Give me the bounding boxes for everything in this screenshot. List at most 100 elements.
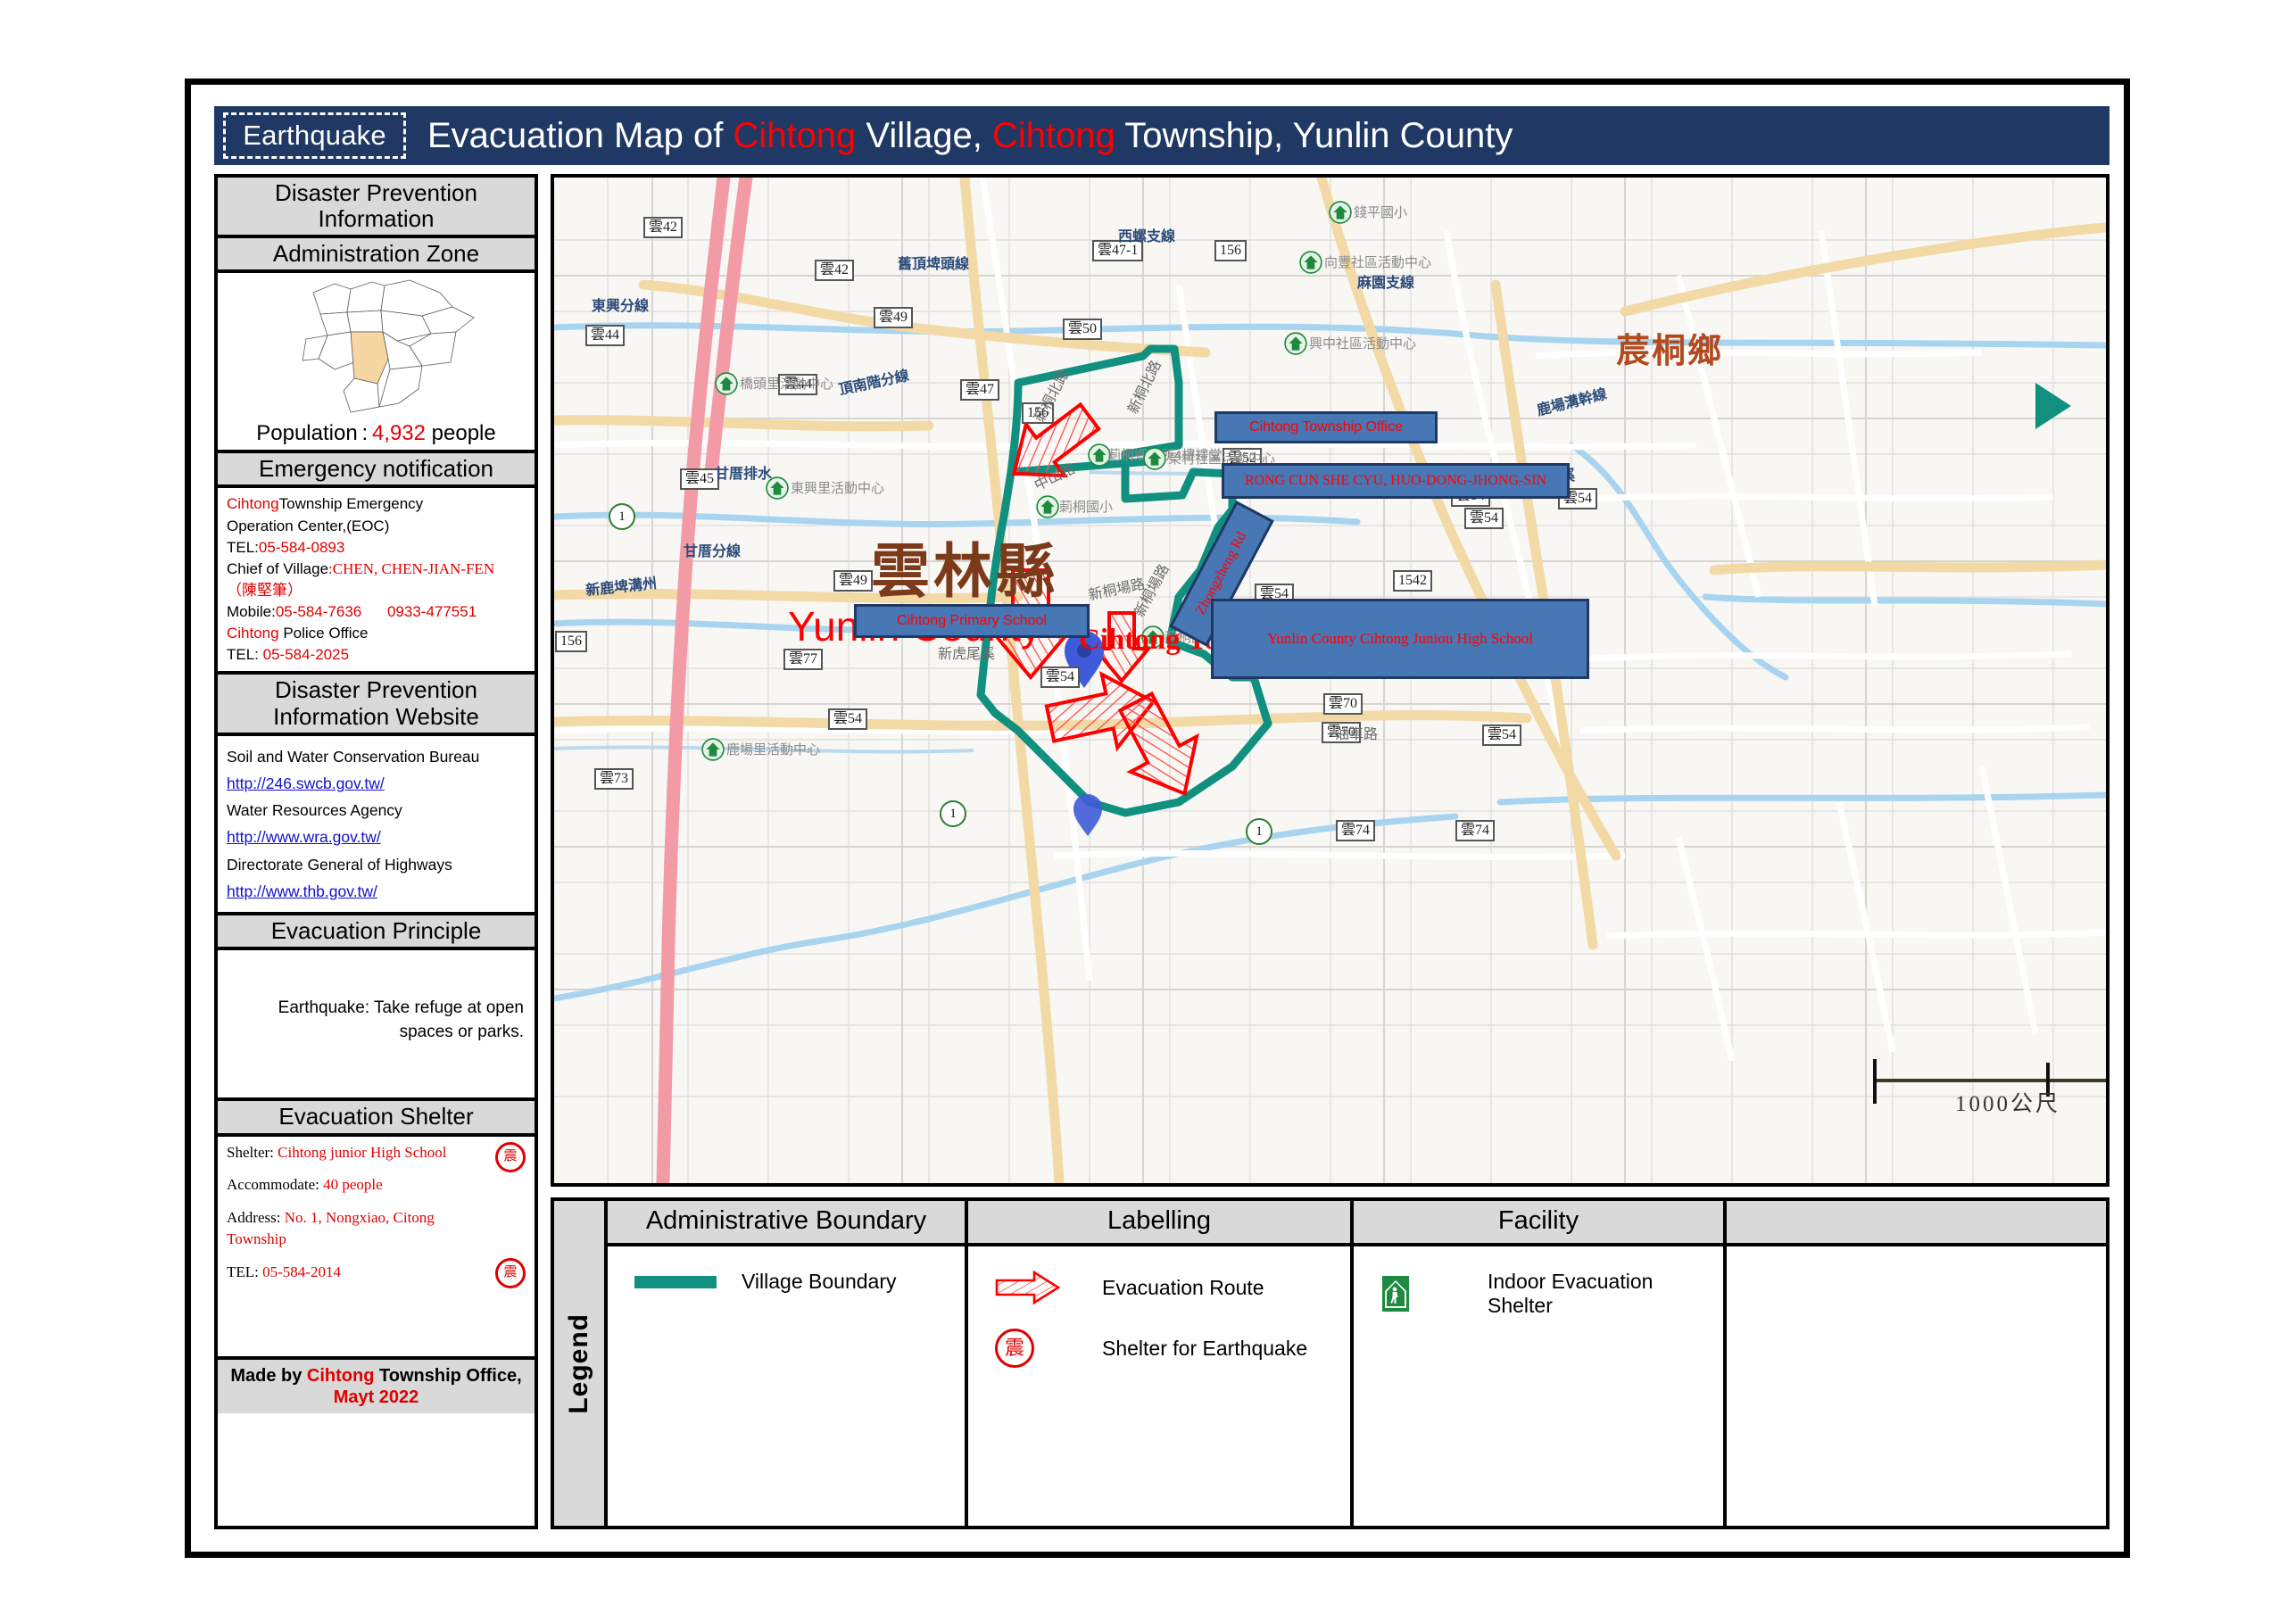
eoc-line-1: CihtongTownship Emergency xyxy=(227,493,526,515)
legend-item-label: Indoor Evacuation Shelter xyxy=(1488,1270,1654,1317)
indoor-shelter-icon xyxy=(1284,332,1307,355)
police-tel-label: TEL: xyxy=(227,646,263,664)
callout-cihtong-primary-school[interactable]: Cihtong Primary School xyxy=(854,604,1090,638)
poi-label: 鹿場里活動中心 xyxy=(726,742,821,758)
route-shield: 雲45 xyxy=(680,468,720,490)
road-label: 西螺支線 xyxy=(1118,229,1176,244)
chief-label: Chief of Village xyxy=(227,559,329,577)
section-header-info-website: Disaster Prevention Information Website xyxy=(218,675,535,736)
callout-rong-cun-she-cyu[interactable]: RONG CUN SHE CYU, HUO-DONG-JHONG-SIN xyxy=(1222,463,1570,499)
mobile-value-2: 0933-477551 xyxy=(386,603,477,621)
poi-label: 興中社區活動中心 xyxy=(1309,336,1417,352)
route-shield: 雲54 xyxy=(1464,508,1504,529)
credit-org: Cihtong xyxy=(306,1365,375,1386)
evacuation-route-arrow-icon xyxy=(995,1270,1102,1305)
callout-label: Yunlin County Cihtong Juniou High School xyxy=(1267,630,1533,647)
legend-column-administrative-boundary: Administrative Boundary Village Boundary xyxy=(608,1201,968,1526)
shelter-accommodate-value: 40 people xyxy=(323,1176,383,1194)
indoor-shelter-icon xyxy=(1329,201,1352,224)
legend-title-label: Legend xyxy=(564,1312,593,1414)
website-name-0: Soil and Water Conservation Bureau xyxy=(227,747,480,766)
village-boundary-swatch xyxy=(634,1275,742,1288)
info-sidebar: Disaster Prevention Information Administ… xyxy=(214,174,538,1529)
population-value: 4,932 xyxy=(371,421,426,446)
indoor-shelter-icon xyxy=(701,738,725,761)
callout-cihtong-junior-high-school[interactable]: Yunlin County Cihtong Juniou High School xyxy=(1211,599,1589,679)
callout-label: Cihtong Primary School xyxy=(896,613,1048,628)
route-shield: 雲42 xyxy=(815,260,855,281)
title-segment-5: Township, Yunlin County xyxy=(1115,115,1513,155)
earthquake-stamp-icon: 震 xyxy=(495,1141,526,1172)
legend-item-label: Evacuation Route xyxy=(1102,1275,1264,1299)
police-name-red: Cihtong xyxy=(227,625,279,642)
callout-label: RONG CUN SHE CYU, HUO-DONG-JHONG-SIN xyxy=(1244,473,1547,488)
legend-title: Legend xyxy=(554,1201,608,1526)
website-name-1: Water Resources Agency xyxy=(227,801,402,820)
callout-cihtong-township-office[interactable]: Cihtong Township Office xyxy=(1214,411,1438,443)
title-segment-2: Cihtong xyxy=(733,115,857,155)
indoor-shelter-icon xyxy=(715,372,738,395)
shelter-accommodate-row: Accommodate: 40 people xyxy=(227,1174,526,1197)
legend-column-empty xyxy=(1727,1201,2106,1526)
road-label: 舊頂埤頭線 xyxy=(898,257,970,272)
road-label: 東興分線 xyxy=(592,299,650,314)
chief-name-cjk: （陳堅筆） xyxy=(227,581,303,599)
shelter-name-row: Shelter: Cihtong junior High School xyxy=(227,1142,526,1164)
legend-item-evacuation-route: Evacuation Route xyxy=(995,1270,1323,1305)
legend-column-facility: Facility Indoor Evacuation Shelter xyxy=(1354,1201,1727,1526)
indoor-shelter-icon xyxy=(1036,495,1059,518)
eoc-tel-line: TEL:05-584-0893 xyxy=(227,537,526,559)
title-segment-3: Village, xyxy=(856,115,992,155)
police-line: Cihtong Police Office xyxy=(227,623,526,644)
route-shield: 1542 xyxy=(1393,570,1432,592)
shelter-tel-label: TEL: xyxy=(227,1263,263,1281)
shelter-tel-value: 05-584-2014 xyxy=(262,1263,341,1281)
national-route-1-marker: 1 xyxy=(940,800,966,827)
legend-item-shelter-for-earthquake: 震 Shelter for Earthquake xyxy=(995,1329,1323,1368)
shelter-tel-row: TEL: 05-584-2014 xyxy=(227,1262,526,1284)
population-label: Population : xyxy=(256,421,372,446)
evacuation-shelter-body: 震 震 Shelter: Cihtong junior High School … xyxy=(218,1137,535,1360)
poster-page: Earthquake Evacuation Map of Cihtong Vil… xyxy=(0,0,2296,1623)
poi-label: 東興里活動中心 xyxy=(791,481,885,496)
route-shield: 雲54 xyxy=(1482,725,1522,746)
legend-column-header: Labelling xyxy=(968,1201,1350,1246)
eoc-tel-label: TEL: xyxy=(227,538,259,556)
road-label: 東興路 xyxy=(554,249,558,292)
poi-label: 橋頭里活動中心 xyxy=(740,377,834,392)
route-shield: 雲54 xyxy=(828,708,868,730)
eoc-org-red: Cihtong xyxy=(227,495,279,513)
shelter-address-label: Address: xyxy=(227,1208,285,1226)
population-unit: people xyxy=(426,421,496,446)
section-header-emergency-notification: Emergency notification xyxy=(218,453,535,489)
shelter-address-row: Address: No. 1, Nongxiao, Citong Townshi… xyxy=(227,1207,526,1251)
legend-item-label: Shelter for Earthquake xyxy=(1102,1336,1308,1360)
route-shield: 雲74 xyxy=(1455,820,1496,841)
website-link-0[interactable]: http://246.swcb.gov.tw/ xyxy=(227,774,385,792)
mobile-value: 05-584-7636 xyxy=(275,603,362,621)
section-header-evacuation-principle: Evacuation Principle xyxy=(218,915,535,951)
route-shield: 雲49 xyxy=(874,307,914,328)
legend-column-header xyxy=(1727,1201,2106,1246)
police-name-rest: Police Office xyxy=(278,625,369,642)
mobile-line: Mobile:05-584-7636 0933-477551 xyxy=(227,601,526,623)
website-link-2[interactable]: http://www.thb.gov.tw/ xyxy=(227,882,377,900)
road-label: 甘厝排水 xyxy=(715,467,773,482)
earthquake-stamp-icon: 震 xyxy=(995,1329,1102,1368)
road-label: 麻園支線 xyxy=(1357,276,1415,291)
website-link-1[interactable]: http://www.wra.gov.tw/ xyxy=(227,828,381,846)
indoor-shelter-icon xyxy=(766,476,789,500)
route-shield: 雲74 xyxy=(1336,820,1376,841)
mobile-label: Mobile: xyxy=(227,603,276,621)
hazard-type-label: Earthquake xyxy=(243,120,386,151)
administration-zone-thumbnail xyxy=(218,277,535,419)
eoc-org-rest: Township Emergency xyxy=(278,495,424,513)
route-shield: 156 xyxy=(555,631,587,652)
national-route-1-marker: 1 xyxy=(1246,818,1272,845)
evacuation-map[interactable]: 雲42 雲42 雲44 雲44 雲45 雲49 雲49 雲50 雲47 雲47-… xyxy=(551,174,2110,1187)
credit-prefix: Made by xyxy=(230,1365,307,1386)
map-canvas xyxy=(554,178,2106,1183)
callout-label: Cihtong Township Office xyxy=(1249,419,1403,435)
chief-line: Chief of Village:CHEN, CHEN-JIAN-FEN xyxy=(227,559,526,580)
poi-label: 錢平國小 xyxy=(1354,205,1408,220)
